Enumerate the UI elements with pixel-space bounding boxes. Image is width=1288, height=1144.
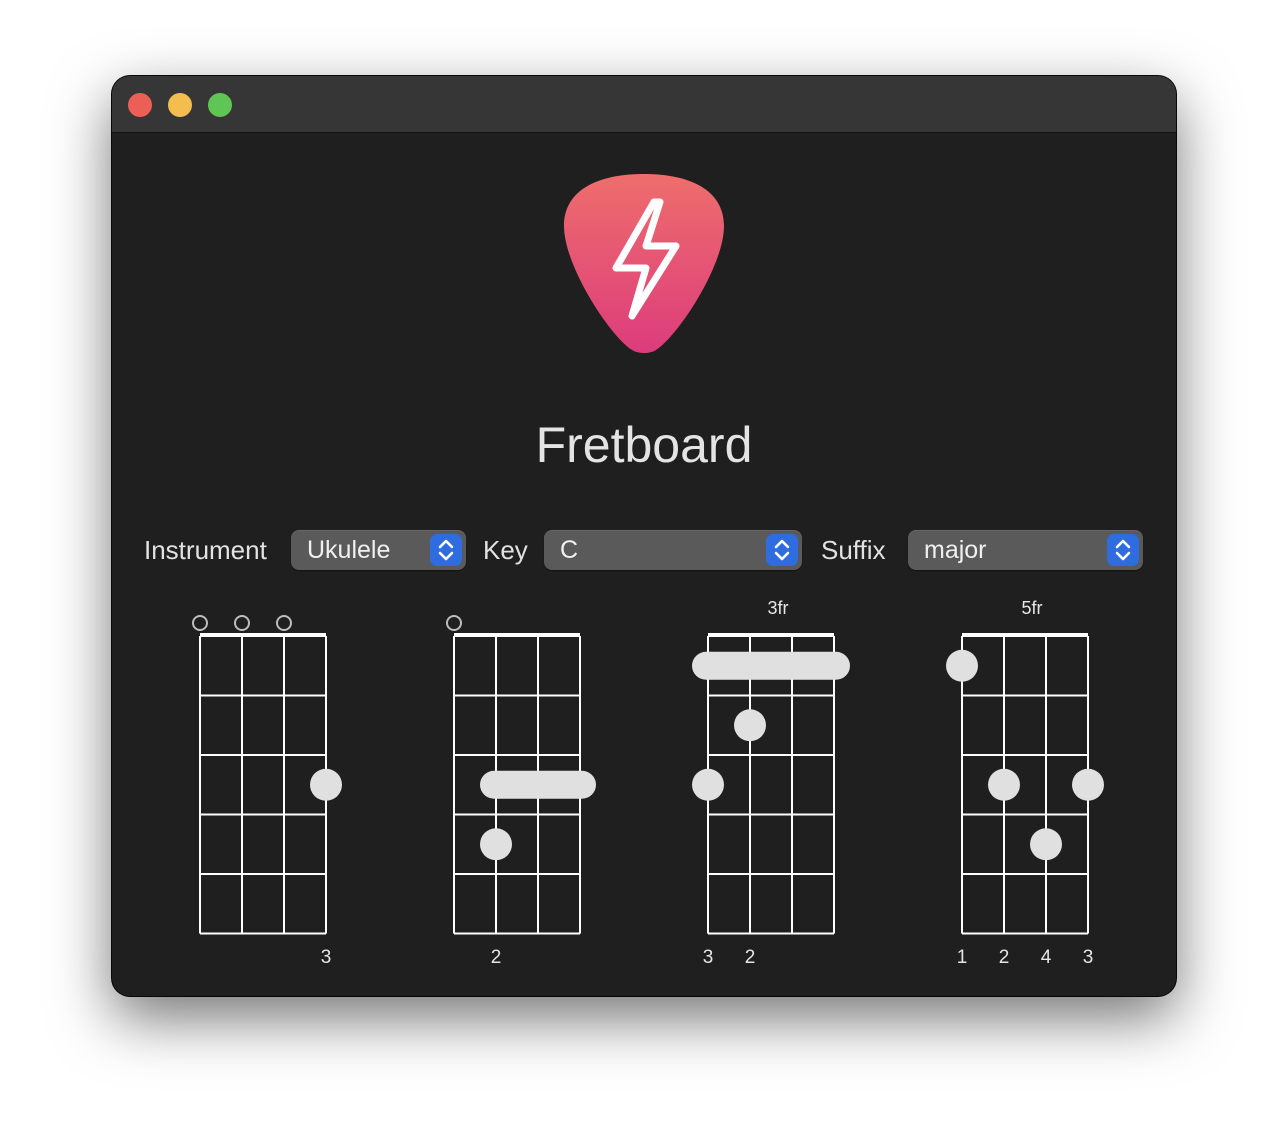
app-title: Fretboard — [535, 417, 753, 473]
chord-diagram-svg: 5fr 1 2 4 3 — [946, 598, 1104, 968]
key-popup-button[interactable]: C — [544, 530, 802, 570]
title-bar — [112, 76, 1176, 133]
finger-number: 3 — [1083, 947, 1094, 968]
barre-bar — [480, 770, 596, 799]
suffix-value: major — [924, 536, 987, 564]
key-value: C — [560, 536, 579, 564]
finger-dot — [310, 768, 342, 801]
open-string-marker — [192, 615, 208, 631]
suffix-label: Suffix — [821, 535, 886, 565]
finger-number: 1 — [957, 947, 968, 968]
instrument-popup-button[interactable]: Ukulele — [291, 530, 466, 570]
minimize-window-button[interactable] — [168, 93, 192, 117]
chord-diagram-2[interactable]: 2 — [424, 588, 624, 968]
chord-diagram-4[interactable]: 5fr 1 2 4 3 — [932, 588, 1132, 968]
finger-dot — [734, 709, 766, 742]
barre-bar — [692, 651, 850, 680]
chord-diagram-1[interactable]: 3 — [170, 588, 370, 968]
finger-number: 3 — [321, 947, 332, 968]
chevron-updown-icon — [1107, 534, 1139, 566]
finger-number: 2 — [491, 947, 502, 968]
chord-diagram-svg: 3 — [192, 615, 342, 968]
finger-number: 3 — [703, 947, 714, 968]
open-string-marker — [276, 615, 292, 631]
instrument-label: Instrument — [144, 535, 267, 565]
finger-dot — [1072, 768, 1104, 801]
key-label: Key — [483, 535, 528, 565]
open-string-marker — [234, 615, 250, 631]
finger-number: 4 — [1041, 947, 1052, 968]
close-window-button[interactable] — [128, 93, 152, 117]
finger-number: 2 — [745, 947, 756, 968]
guitar-pick-lightning-icon — [560, 168, 728, 358]
finger-number: 2 — [999, 947, 1010, 968]
finger-dot — [692, 768, 724, 801]
suffix-popup-button[interactable]: major — [908, 530, 1143, 570]
finger-dot — [946, 649, 978, 682]
finger-dot — [988, 768, 1020, 801]
base-fret-label: 5fr — [1021, 598, 1042, 618]
chevron-updown-icon — [430, 534, 462, 566]
chord-diagram-3[interactable]: 3fr 3 2 — [678, 588, 878, 968]
base-fret-label: 3fr — [767, 598, 788, 618]
finger-dot — [1030, 828, 1062, 861]
chevron-updown-icon — [766, 534, 798, 566]
app-window: Fretboard Instrument Ukulele Key C Suffi… — [112, 76, 1176, 996]
instrument-value: Ukulele — [307, 536, 391, 564]
zoom-window-button[interactable] — [208, 93, 232, 117]
finger-dot — [480, 828, 512, 861]
chord-diagram-svg: 3fr 3 2 — [692, 598, 850, 968]
chord-diagram-svg: 2 — [446, 615, 596, 968]
open-string-marker — [446, 615, 462, 631]
